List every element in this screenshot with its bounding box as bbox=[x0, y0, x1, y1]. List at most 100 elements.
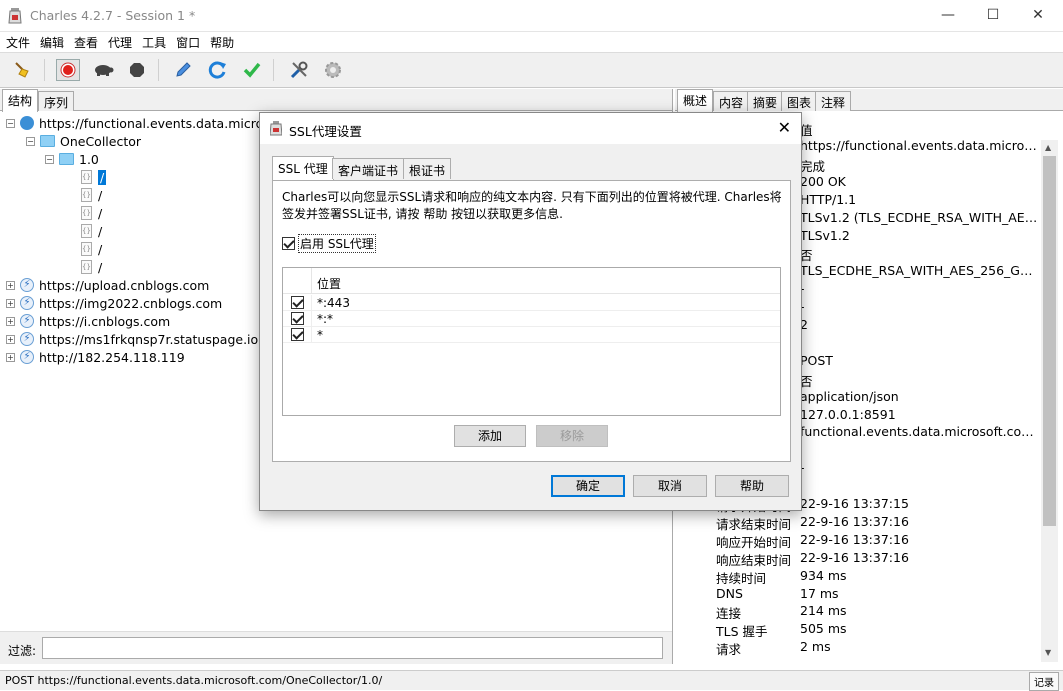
remove-button[interactable]: 移除 bbox=[536, 425, 608, 447]
location-row[interactable]: *:443 bbox=[283, 295, 780, 311]
expand-icon[interactable]: + bbox=[6, 334, 15, 344]
overview-row[interactable]: 请求结束时间 22-9-16 13:37:16 bbox=[675, 514, 1045, 532]
throttle-turtle-icon[interactable] bbox=[91, 59, 115, 81]
tab-root-certificates[interactable]: 根证书 bbox=[403, 158, 452, 179]
toolbar-separator bbox=[44, 59, 45, 81]
toolbar-separator bbox=[158, 59, 159, 81]
dialog-title: SSL代理设置 bbox=[289, 124, 362, 139]
menu-file[interactable]: 文件 bbox=[0, 32, 34, 51]
help-button[interactable]: 帮助 bbox=[715, 475, 789, 497]
tree-host-row[interactable]: + ⚡ https://i.cnblogs.com bbox=[6, 312, 170, 330]
json-document-icon: {} bbox=[81, 242, 92, 256]
validate-check-icon[interactable] bbox=[240, 59, 264, 81]
collapse-icon[interactable]: − bbox=[45, 154, 54, 164]
tools-icon[interactable] bbox=[287, 59, 311, 81]
scroll-up-icon[interactable]: ▲ bbox=[1045, 143, 1051, 152]
description-text: Charles可以向您显示SSL请求和响应的纯文本内容. 只有下面列出的位置将被… bbox=[282, 190, 782, 221]
overview-value: 934 ms bbox=[800, 567, 847, 583]
tab-notes[interactable]: 注释 bbox=[815, 91, 852, 111]
expand-icon[interactable]: + bbox=[6, 298, 15, 308]
menu-window[interactable]: 窗口 bbox=[170, 32, 204, 51]
overview-scrollbar[interactable]: ▲ ▼ bbox=[1041, 140, 1058, 662]
menu-edit[interactable]: 编辑 bbox=[34, 32, 68, 51]
minimize-button[interactable]: — bbox=[925, 0, 971, 30]
overview-row[interactable]: TLS 握手 505 ms bbox=[675, 621, 1045, 639]
close-window-button[interactable]: ✕ bbox=[1015, 0, 1061, 30]
tree-request-row[interactable]: {} / bbox=[81, 258, 102, 276]
charles-jar-icon bbox=[270, 121, 282, 136]
compose-pen-icon[interactable] bbox=[171, 59, 195, 81]
overview-row[interactable]: 请求 2 ms bbox=[675, 639, 1045, 657]
tree-host-row[interactable]: + ⚡ http://182.254.118.119 bbox=[6, 348, 185, 366]
overview-value: 127.0.0.1:8591 bbox=[800, 406, 896, 422]
menu-view[interactable]: 查看 bbox=[68, 32, 102, 51]
menu-tools[interactable]: 工具 bbox=[136, 32, 170, 51]
overview-value: - bbox=[800, 460, 805, 476]
tab-summary[interactable]: 摘要 bbox=[747, 91, 784, 111]
maximize-button[interactable]: ☐ bbox=[970, 0, 1016, 30]
expand-icon[interactable]: + bbox=[6, 352, 15, 362]
tab-overview[interactable]: 概述 bbox=[677, 89, 714, 112]
tree-folder-row[interactable]: − 1.0 bbox=[45, 150, 99, 168]
tree-request-row[interactable]: {} / bbox=[81, 222, 102, 240]
tree-request-row[interactable]: {} / bbox=[81, 240, 102, 258]
tree-host-row[interactable]: − https://functional.events.data.microso bbox=[6, 114, 277, 132]
scrollbar-thumb[interactable] bbox=[1043, 156, 1056, 526]
request-label: / bbox=[98, 187, 103, 203]
breakpoint-hexagon-icon[interactable] bbox=[125, 59, 149, 81]
record-icon[interactable] bbox=[56, 59, 80, 81]
tree-host-row[interactable]: + ⚡ https://ms1frkqnsp7r.statuspage.io bbox=[6, 330, 258, 348]
filter-input[interactable] bbox=[42, 637, 663, 659]
tree-folder-row[interactable]: − OneCollector bbox=[26, 132, 141, 150]
overview-value: 22-9-16 13:37:15 bbox=[800, 496, 909, 511]
overview-row[interactable]: 响应开始时间 22-9-16 13:37:16 bbox=[675, 532, 1045, 550]
add-button[interactable]: 添加 bbox=[454, 425, 526, 447]
request-label: / bbox=[98, 205, 103, 221]
ok-button[interactable]: 确定 bbox=[551, 475, 625, 497]
menu-proxy[interactable]: 代理 bbox=[102, 32, 136, 51]
expand-icon[interactable]: + bbox=[6, 316, 15, 326]
location-row[interactable]: *:* bbox=[283, 311, 780, 327]
tab-contents[interactable]: 内容 bbox=[713, 91, 750, 111]
tree-host-row[interactable]: + ⚡ https://img2022.cnblogs.com bbox=[6, 294, 222, 312]
tab-structure[interactable]: 结构 bbox=[2, 89, 39, 112]
tab-ssl-proxying[interactable]: SSL 代理 bbox=[272, 156, 334, 181]
checkbox-checked-icon[interactable] bbox=[291, 312, 304, 325]
recording-badge[interactable]: 记录 bbox=[1029, 672, 1059, 691]
window-title: Charles 4.2.7 - Session 1 * bbox=[30, 8, 196, 23]
overview-row[interactable]: 响应结束时间 22-9-16 13:37:16 bbox=[675, 550, 1045, 568]
tree-request-row[interactable]: {} / bbox=[81, 186, 102, 204]
checkbox-checked-icon[interactable] bbox=[291, 328, 304, 341]
column-divider bbox=[311, 311, 312, 327]
tab-chart[interactable]: 图表 bbox=[781, 91, 818, 111]
overview-row[interactable]: 连接 214 ms bbox=[675, 603, 1045, 621]
json-document-icon: {} bbox=[81, 260, 92, 274]
cancel-button[interactable]: 取消 bbox=[633, 475, 707, 497]
collapse-icon[interactable]: − bbox=[6, 118, 15, 128]
tree-host-row[interactable]: + ⚡ https://upload.cnblogs.com bbox=[6, 276, 209, 294]
scroll-down-icon[interactable]: ▼ bbox=[1045, 648, 1051, 657]
repeat-refresh-icon[interactable] bbox=[206, 59, 230, 81]
tab-sequence[interactable]: 序列 bbox=[38, 91, 75, 111]
tree-request-row[interactable]: {} / bbox=[81, 204, 102, 222]
menu-help[interactable]: 帮助 bbox=[204, 32, 238, 51]
overview-row[interactable]: DNS 17 ms bbox=[675, 586, 1045, 604]
checkbox-checked-icon[interactable] bbox=[282, 237, 295, 250]
enable-ssl-label: 启用 SSL代理 bbox=[298, 234, 376, 253]
overview-value: 505 ms bbox=[800, 621, 847, 637]
settings-gear-icon[interactable] bbox=[321, 59, 345, 81]
charles-jar-icon bbox=[8, 8, 22, 24]
broom-icon[interactable] bbox=[10, 59, 34, 81]
tab-client-certificates[interactable]: 客户端证书 bbox=[332, 158, 405, 179]
overview-key: 响应开始时间 bbox=[716, 534, 792, 550]
overview-value: TLSv1.2 bbox=[800, 227, 850, 243]
overview-row[interactable]: 持续时间 934 ms bbox=[675, 568, 1045, 586]
location-row[interactable]: * bbox=[283, 327, 780, 343]
collapse-icon[interactable]: − bbox=[26, 136, 35, 146]
title-bar: Charles 4.2.7 - Session 1 * — ☐ ✕ bbox=[0, 0, 1063, 32]
expand-icon[interactable]: + bbox=[6, 280, 15, 290]
checkbox-checked-icon[interactable] bbox=[291, 296, 304, 309]
enable-ssl-proxying-checkbox[interactable]: 启用 SSL代理 bbox=[282, 234, 376, 253]
close-icon[interactable]: ✕ bbox=[778, 118, 791, 137]
tree-request-row[interactable]: {} / bbox=[81, 168, 107, 186]
